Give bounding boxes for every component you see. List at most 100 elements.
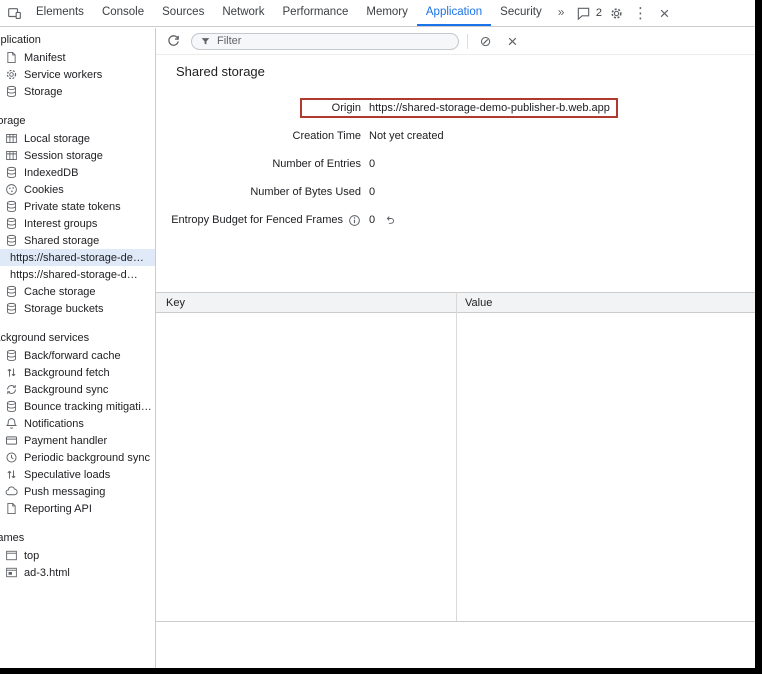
frame-icon — [5, 549, 18, 562]
clear-all-icon[interactable]: ⊘ — [476, 32, 495, 51]
sidebar-item-service-workers[interactable]: Service workers — [0, 66, 155, 83]
field-row-entropy-budget: Entropy Budget for Fenced Frames 0 — [156, 206, 755, 234]
clock-icon — [5, 451, 18, 464]
field-label: Number of Bytes Used — [166, 186, 361, 198]
database-icon — [5, 217, 18, 230]
sidebar-item-label: Shared storage — [24, 235, 99, 247]
metadata-fields: Origin https://shared-storage-demo-publi… — [156, 94, 755, 234]
close-devtools-icon[interactable]: × — [655, 4, 674, 23]
field-value: 0 — [369, 214, 375, 226]
sidebar-item-storage[interactable]: Storage — [0, 83, 155, 100]
shared-storage-panel: ⊘ × Shared storage Origin https://shared… — [156, 28, 755, 668]
field-label-origin: Origin — [302, 102, 361, 114]
window-edge-bottom — [0, 668, 762, 674]
database-icon — [5, 85, 18, 98]
card-icon — [5, 434, 18, 447]
sidebar-item-manifest[interactable]: Manifest — [0, 49, 155, 66]
console-messages-indicator[interactable]: 2 — [574, 4, 602, 23]
bell-icon — [5, 417, 18, 430]
ad-frame-icon — [5, 566, 18, 579]
service-worker-icon — [5, 68, 18, 81]
sidebar-item-background-sync[interactable]: Background sync — [0, 381, 155, 398]
filter-input[interactable] — [217, 35, 450, 47]
device-toolbar-icon[interactable] — [5, 4, 24, 23]
column-header-value: Value — [456, 297, 492, 309]
sidebar-item-push-messaging[interactable]: Push messaging — [0, 483, 155, 500]
sidebar-item-label: Push messaging — [24, 486, 105, 498]
database-icon — [5, 400, 18, 413]
tab-memory[interactable]: Memory — [357, 0, 417, 26]
database-icon — [5, 234, 18, 247]
database-icon — [5, 349, 18, 362]
sidebar-item-interest-groups[interactable]: Interest groups — [0, 215, 155, 232]
field-label: Number of Entries — [166, 158, 361, 170]
sidebar-item-cache-storage[interactable]: Cache storage — [0, 283, 155, 300]
devtools-tabbar: Elements Console Sources Network Perform… — [0, 0, 762, 27]
tab-performance[interactable]: Performance — [274, 0, 358, 26]
sidebar-item-background-fetch[interactable]: Background fetch — [0, 364, 155, 381]
field-row-number-of-entries: Number of Entries 0 — [156, 150, 755, 178]
filter-box[interactable] — [191, 33, 459, 50]
application-sidebar: Application Manifest Service workers Sto… — [0, 28, 156, 668]
sidebar-item-shared-storage[interactable]: Shared storage — [0, 232, 155, 249]
sidebar-item-label: https://shared-storage-d… — [10, 269, 138, 281]
kebab-menu-icon[interactable]: ⋮ — [631, 4, 650, 23]
sidebar-item-label: Cache storage — [24, 286, 96, 298]
sidebar-item-label: Manifest — [24, 52, 66, 64]
tab-network[interactable]: Network — [213, 0, 273, 26]
cloud-icon — [5, 485, 18, 498]
sidebar-item-storage-buckets[interactable]: Storage buckets — [0, 300, 155, 317]
page-title: Shared storage — [176, 64, 755, 79]
sidebar-item-label: Notifications — [24, 418, 84, 430]
sidebar-item-shared-storage-origin-2[interactable]: https://shared-storage-d… — [0, 266, 155, 283]
sidebar-item-label: Bounce tracking mitigations — [24, 401, 155, 413]
sidebar-item-notifications[interactable]: Notifications — [0, 415, 155, 432]
refresh-icon[interactable] — [164, 32, 183, 51]
sidebar-item-back-forward-cache[interactable]: Back/forward cache — [0, 347, 155, 364]
sidebar-item-label: top — [24, 550, 39, 562]
sidebar-item-reporting-api[interactable]: Reporting API — [0, 500, 155, 517]
field-value: Not yet created — [369, 130, 444, 142]
window-edge-right — [755, 0, 762, 674]
tab-elements[interactable]: Elements — [27, 0, 93, 26]
devtools-window: Elements Console Sources Network Perform… — [0, 0, 762, 674]
field-value: 0 — [369, 158, 375, 170]
sidebar-item-label: Session storage — [24, 150, 103, 162]
sidebar-section-application: Application — [0, 32, 155, 49]
cookie-icon — [5, 183, 18, 196]
sidebar-item-local-storage[interactable]: Local storage — [0, 130, 155, 147]
sidebar-item-bounce-tracking-mitigations[interactable]: Bounce tracking mitigations — [0, 398, 155, 415]
tab-application[interactable]: Application — [417, 0, 491, 26]
field-value: 0 — [369, 186, 375, 198]
sidebar-item-label: Background fetch — [24, 367, 110, 379]
document-icon — [5, 51, 18, 64]
sidebar-item-label: Interest groups — [24, 218, 97, 230]
sidebar-item-label: Background sync — [24, 384, 108, 396]
database-icon — [5, 166, 18, 179]
gear-icon[interactable] — [607, 4, 626, 23]
sidebar-item-indexeddb[interactable]: IndexedDB — [0, 164, 155, 181]
document-icon — [5, 502, 18, 515]
tab-sources[interactable]: Sources — [153, 0, 213, 26]
sidebar-item-private-state-tokens[interactable]: Private state tokens — [0, 198, 155, 215]
sidebar-item-label: Speculative loads — [24, 469, 110, 481]
arrows-up-down-icon — [5, 468, 18, 481]
origin-highlight-box: Origin https://shared-storage-demo-publi… — [300, 98, 618, 118]
tab-security[interactable]: Security — [491, 0, 551, 26]
sidebar-item-shared-storage-origin-b[interactable]: https://shared-storage-demo-publisher-b.… — [0, 249, 155, 266]
sidebar-item-cookies[interactable]: Cookies — [0, 181, 155, 198]
field-label: Entropy Budget for Fenced Frames — [166, 214, 361, 227]
storage-view-toolbar: ⊘ × — [156, 28, 755, 55]
sidebar-item-periodic-background-sync[interactable]: Periodic background sync — [0, 449, 155, 466]
more-tabs-button[interactable]: » — [551, 0, 572, 26]
sidebar-item-label: Local storage — [24, 133, 90, 145]
sidebar-item-speculative-loads[interactable]: Speculative loads — [0, 466, 155, 483]
tab-console[interactable]: Console — [93, 0, 153, 26]
sidebar-item-frame-top[interactable]: top — [0, 547, 155, 564]
undo-icon[interactable] — [384, 214, 396, 226]
sidebar-item-label: Back/forward cache — [24, 350, 121, 362]
sidebar-item-payment-handler[interactable]: Payment handler — [0, 432, 155, 449]
sidebar-item-frame-ad-3[interactable]: ad-3.html — [0, 564, 155, 581]
sidebar-item-session-storage[interactable]: Session storage — [0, 147, 155, 164]
delete-selected-icon[interactable]: × — [503, 32, 522, 51]
